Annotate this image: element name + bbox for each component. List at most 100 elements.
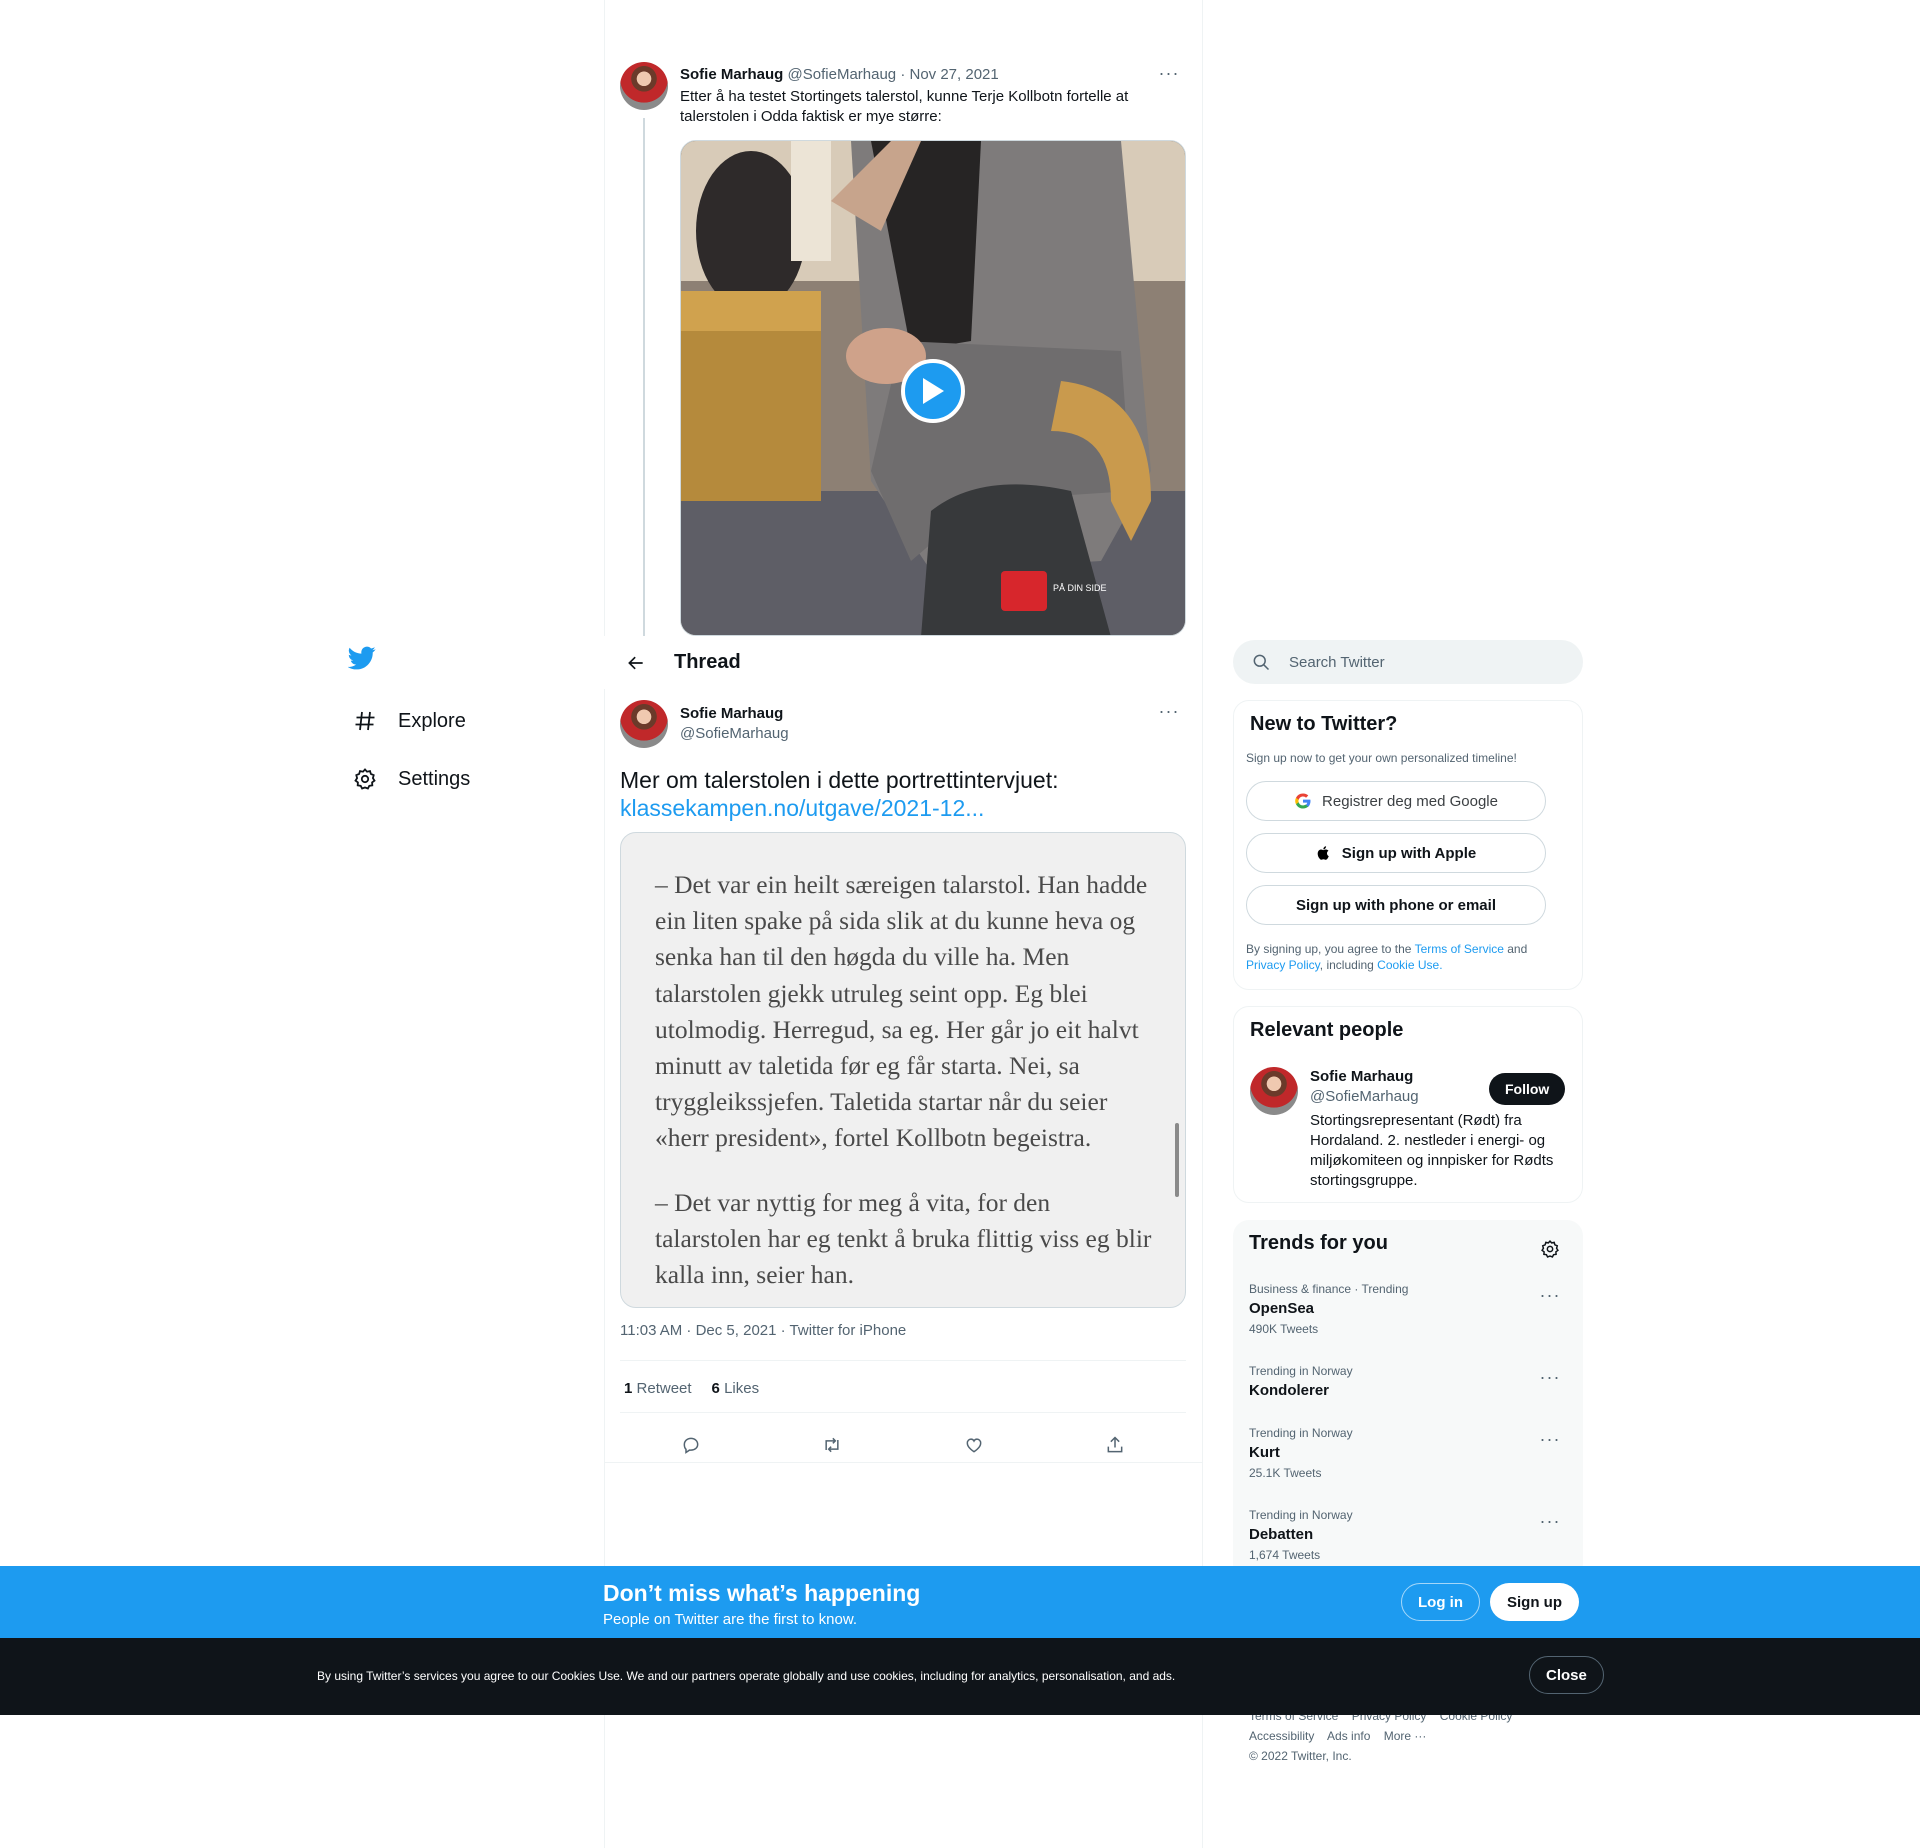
share-icon bbox=[1107, 1436, 1123, 1453]
gear-icon bbox=[352, 766, 378, 792]
tweet-link[interactable]: klassekampen.no/utgave/2021-12... bbox=[620, 794, 1186, 822]
trend-category: Trending in Norway bbox=[1249, 1426, 1353, 1440]
tweet-date[interactable]: Nov 27, 2021 bbox=[910, 66, 999, 83]
divider bbox=[620, 1360, 1186, 1361]
card-title: New to Twitter? bbox=[1250, 713, 1398, 735]
cookie-use-link[interactable]: Cookie Use. bbox=[1377, 958, 1442, 972]
signup-button[interactable]: Sign up bbox=[1490, 1583, 1579, 1621]
retweet-button[interactable] bbox=[813, 1426, 851, 1464]
bag-logo-text: PÅ DIN SIDE bbox=[1053, 583, 1107, 593]
page-title: Thread bbox=[674, 651, 741, 673]
retweets-stat[interactable]: 1 Retweet bbox=[624, 1380, 692, 1397]
parent-tweet[interactable]: Sofie Marhaug @SofieMarhaug · Nov 27, 20… bbox=[620, 62, 1186, 125]
reply-button[interactable] bbox=[672, 1426, 710, 1464]
more-options-icon[interactable]: ··· bbox=[1533, 1360, 1567, 1394]
copyright: © 2022 Twitter, Inc. bbox=[1249, 1749, 1352, 1763]
search-input[interactable] bbox=[1289, 653, 1569, 671]
trend-count: 490K Tweets bbox=[1249, 1322, 1319, 1336]
avatar[interactable] bbox=[1250, 1067, 1298, 1115]
video-player[interactable]: PÅ DIN SIDE bbox=[680, 140, 1186, 636]
author-handle[interactable]: @SofieMarhaug bbox=[680, 724, 789, 744]
trend-name: OpenSea bbox=[1249, 1300, 1315, 1317]
phone-email-signup-button[interactable]: Sign up with phone or email bbox=[1246, 885, 1546, 925]
more-options-icon[interactable]: ··· bbox=[1533, 1504, 1567, 1538]
cookie-text: By using Twitter’s services you agree to… bbox=[317, 1669, 1176, 1683]
phone-email-signup-label: Sign up with phone or email bbox=[1295, 896, 1496, 914]
login-button[interactable]: Log in bbox=[1401, 1583, 1480, 1621]
search-icon bbox=[1251, 652, 1271, 672]
reply-icon bbox=[683, 1437, 699, 1454]
card-title: Relevant people bbox=[1250, 1019, 1404, 1041]
nav-settings[interactable]: Settings bbox=[340, 754, 482, 804]
like-button[interactable] bbox=[955, 1426, 993, 1464]
banner-subtitle: People on Twitter are the first to know. bbox=[603, 1611, 858, 1628]
more-options-icon[interactable]: ··· bbox=[1152, 694, 1186, 728]
trend-name: Kondolerer bbox=[1249, 1382, 1330, 1399]
share-button[interactable] bbox=[1096, 1426, 1134, 1464]
retweets-count: 1 bbox=[624, 1380, 633, 1397]
close-button[interactable]: Close bbox=[1529, 1656, 1604, 1694]
trend-name: Debatten bbox=[1249, 1526, 1314, 1543]
back-button[interactable] bbox=[618, 645, 654, 681]
tweet-text: Mer om talerstolen i dette portrettinter… bbox=[620, 766, 1186, 822]
play-button[interactable] bbox=[901, 359, 965, 423]
retweets-label: Retweet bbox=[636, 1380, 692, 1397]
follow-button[interactable]: Follow bbox=[1489, 1073, 1566, 1105]
trend-count: 1,674 Tweets bbox=[1249, 1548, 1321, 1562]
card-subtitle: Sign up now to get your own personalized… bbox=[1246, 751, 1517, 765]
avatar[interactable] bbox=[620, 700, 668, 748]
search-bar[interactable] bbox=[1233, 640, 1583, 684]
author-name[interactable]: Sofie Marhaug bbox=[680, 66, 783, 83]
nav-explore-label: Explore bbox=[398, 709, 466, 732]
footer-accessibility-link[interactable]: Accessibility bbox=[1249, 1729, 1314, 1743]
legal-text-2: and bbox=[1503, 942, 1528, 956]
author-block: Sofie Marhaug @SofieMarhaug bbox=[680, 704, 789, 744]
avatar[interactable] bbox=[620, 62, 668, 110]
attached-image[interactable]: – Det var ein heilt særeigen talarstol. … bbox=[620, 832, 1186, 1308]
google-signup-button[interactable]: Registrer deg med Google bbox=[1246, 781, 1546, 821]
relevant-people-card: Relevant people Sofie Marhaug @SofieMarh… bbox=[1233, 1006, 1583, 1203]
likes-count: 6 bbox=[711, 1380, 720, 1397]
trend-category: Trending in Norway bbox=[1249, 1508, 1353, 1522]
heart-icon bbox=[966, 1438, 982, 1453]
cookie-consent-bar: By using Twitter’s services you agree to… bbox=[0, 1638, 1920, 1715]
author-handle[interactable]: @SofieMarhaug bbox=[788, 66, 897, 83]
privacy-link[interactable]: Privacy Policy bbox=[1246, 958, 1320, 972]
new-to-twitter-card: New to Twitter? Sign up now to get your … bbox=[1233, 700, 1583, 990]
apple-signup-label: Sign up with Apple bbox=[1341, 844, 1477, 862]
login-banner: Don’t miss what’s happening People on Tw… bbox=[0, 1566, 1920, 1638]
trends-settings-gear-icon[interactable] bbox=[1533, 1232, 1567, 1266]
likes-label: Likes bbox=[724, 1380, 760, 1397]
trend-category: Trending in Norway bbox=[1249, 1364, 1353, 1378]
apple-signup-button[interactable]: Sign up with Apple bbox=[1246, 833, 1546, 873]
tweet-stats: 1 Retweet 6 Likes bbox=[624, 1380, 759, 1397]
nav-explore[interactable]: Explore bbox=[340, 696, 478, 746]
thread-connector-line bbox=[643, 118, 645, 636]
image-text-paragraph-2: – Det var nyttig for meg å vita, for den… bbox=[655, 1188, 1152, 1290]
thread-header: Thread bbox=[604, 636, 1202, 689]
author-name[interactable]: Sofie Marhaug bbox=[680, 704, 789, 724]
image-text-paragraph-1: – Det var ein heilt særeigen talarstol. … bbox=[655, 870, 1148, 1153]
person-bio: Stortingsrepresentant (Rødt) fra Hordala… bbox=[1310, 1112, 1554, 1189]
tweet-text-body: Mer om talerstolen i dette portrettinter… bbox=[620, 767, 1059, 793]
more-options-icon[interactable]: ··· bbox=[1533, 1422, 1567, 1456]
footer-more-link[interactable]: More ··· bbox=[1384, 1729, 1427, 1743]
trend-count: 25.1K Tweets bbox=[1249, 1466, 1322, 1480]
likes-stat[interactable]: 6 Likes bbox=[712, 1380, 760, 1397]
twitter-logo-icon[interactable] bbox=[347, 644, 388, 684]
legal-text-1: By signing up, you agree to the bbox=[1246, 942, 1415, 956]
terms-link[interactable]: Terms of Service bbox=[1415, 942, 1504, 956]
play-icon bbox=[923, 378, 944, 404]
image-scrollbar bbox=[1175, 1123, 1179, 1197]
banner-title: Don’t miss what’s happening bbox=[603, 1580, 921, 1606]
signup-legal-text: By signing up, you agree to the Terms of… bbox=[1246, 941, 1566, 973]
more-options-icon[interactable]: ··· bbox=[1152, 56, 1186, 90]
divider bbox=[620, 1412, 1186, 1413]
google-icon bbox=[1295, 793, 1311, 809]
tweet-timestamp[interactable]: 11:03 AM · Dec 5, 2021 · Twitter for iPh… bbox=[620, 1322, 906, 1339]
footer-ads-link[interactable]: Ads info bbox=[1327, 1729, 1370, 1743]
nav-settings-label: Settings bbox=[398, 767, 471, 790]
trends-card: Trends for you Business & finance · Tren… bbox=[1233, 1220, 1583, 1580]
more-options-icon[interactable]: ··· bbox=[1533, 1278, 1567, 1312]
separator-dot: · bbox=[900, 66, 906, 83]
